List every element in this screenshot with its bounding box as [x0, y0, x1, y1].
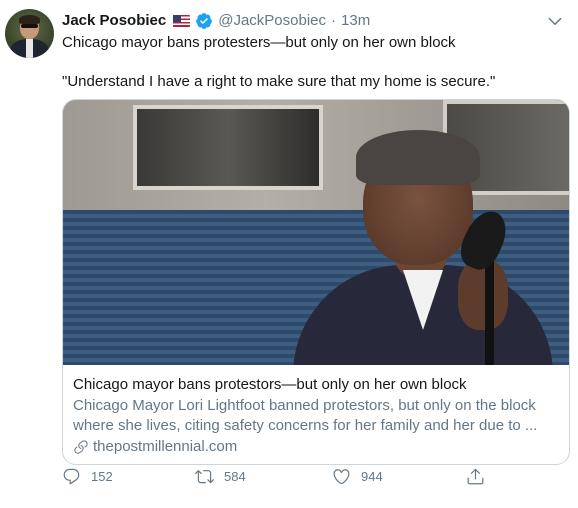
us-flag-icon	[173, 15, 191, 27]
like-count: 944	[361, 468, 383, 484]
author-name[interactable]: Jack Posobiec	[62, 11, 166, 31]
tweet-text-line: Chicago mayor bans protesters—but only o…	[62, 34, 456, 51]
link-preview-card[interactable]: Chicago mayor bans protestors—but only o…	[62, 99, 570, 465]
chevron-down-icon[interactable]	[546, 12, 564, 30]
card-title: Chicago mayor bans protestors—but only o…	[73, 376, 467, 393]
avatar[interactable]	[5, 9, 54, 58]
card-description: Chicago Mayor Lori Lightfoot banned prot…	[73, 397, 538, 434]
tweet-header: Jack Posobiec @JackPosobiec · 13m	[62, 11, 370, 31]
author-handle[interactable]: @JackPosobiec	[218, 11, 326, 31]
share-button[interactable]	[466, 467, 485, 486]
tweet-timestamp[interactable]: 13m	[341, 11, 370, 31]
tweet-quote-line: "Understand I have a right to make sure …	[62, 73, 496, 90]
reply-button[interactable]: 152	[62, 467, 113, 486]
share-icon	[467, 468, 484, 484]
like-button[interactable]: 944	[332, 467, 383, 486]
retweet-button[interactable]: 584	[195, 467, 246, 486]
card-domain-text[interactable]: thepostmillennial.com	[93, 437, 237, 457]
retweet-count: 584	[224, 468, 246, 484]
heart-icon	[333, 468, 350, 484]
reply-icon	[63, 468, 80, 484]
link-icon	[74, 440, 88, 454]
tweet-text: Chicago mayor bans protesters—but only o…	[62, 33, 562, 92]
tweet[interactable]: Jack Posobiec @JackPosobiec · 13m Chicag…	[0, 0, 578, 508]
microphone-graphic	[454, 200, 514, 365]
separator-dot: ·	[331, 12, 337, 29]
verified-badge-icon	[196, 13, 213, 29]
card-domain: thepostmillennial.com	[73, 437, 559, 457]
card-image[interactable]	[63, 100, 569, 365]
retweet-icon	[195, 469, 214, 483]
reply-count: 152	[91, 468, 113, 484]
